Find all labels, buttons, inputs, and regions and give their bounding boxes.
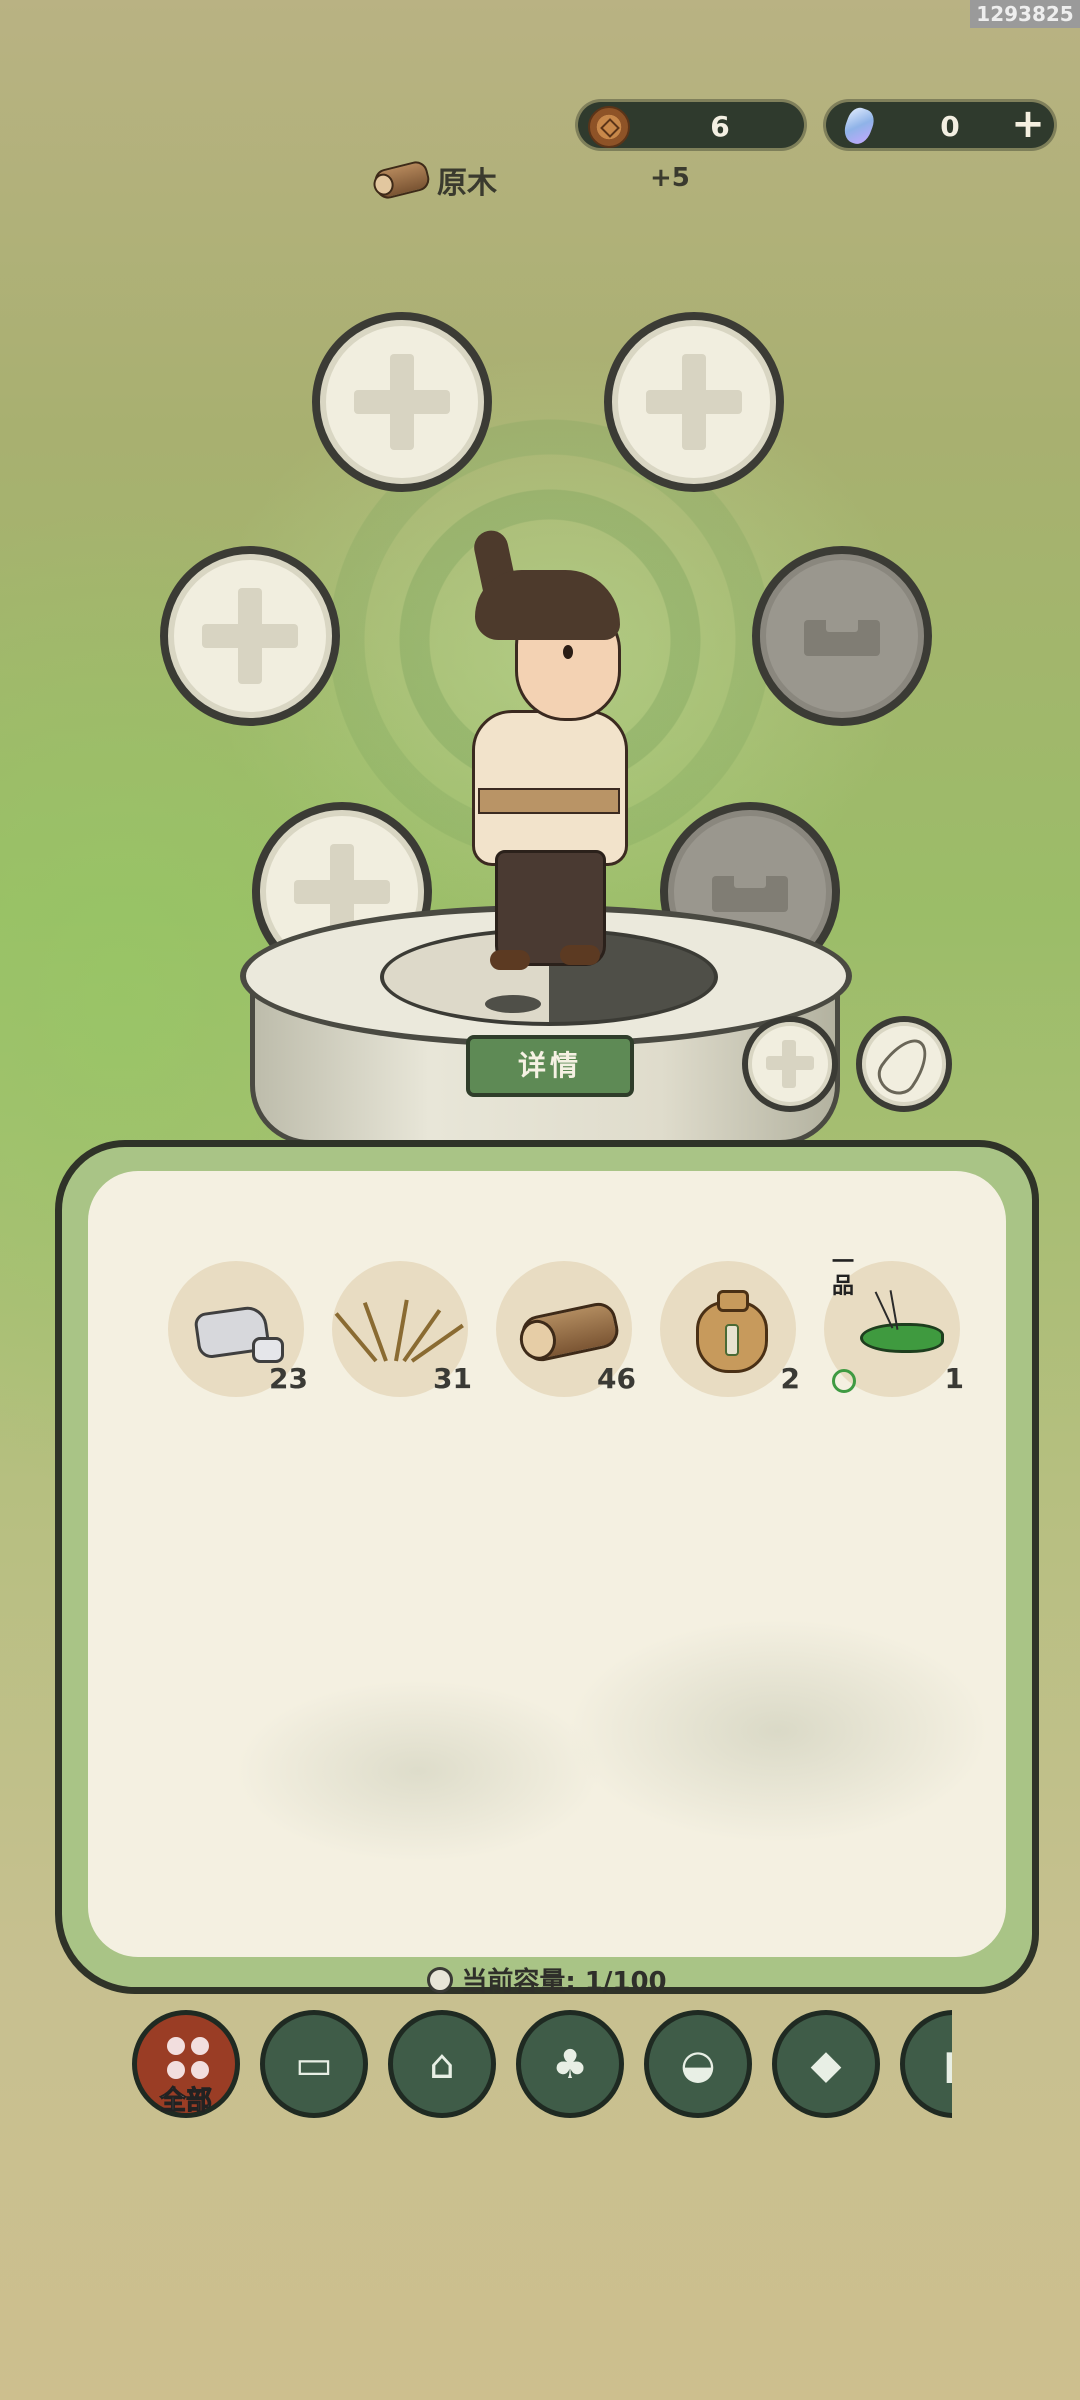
grade-gem-icon xyxy=(832,1369,856,1393)
log-icon xyxy=(518,1299,622,1365)
log-icon xyxy=(372,158,432,202)
inventory-item-log[interactable]: 46 xyxy=(496,1261,636,1397)
equip-slot-2[interactable] xyxy=(604,312,784,492)
character[interactable] xyxy=(460,527,640,990)
category-tabs: 全部 ▭ ⌂ ♣ ◒ ◆ ▮ xyxy=(130,2010,952,2120)
resource-indicator: 原木 xyxy=(372,158,497,202)
locked-slot-icon xyxy=(712,866,788,912)
food-bowl-icon: ◒ xyxy=(680,2042,716,2088)
ore-icon: ◆ xyxy=(810,2042,842,2088)
gem-counter: 0 + xyxy=(826,102,1054,148)
feather-icon xyxy=(870,1029,938,1103)
capacity-indicator: 当前容量: 1/100 xyxy=(88,1961,1006,1998)
inventory-item-seed-bag[interactable]: 2 xyxy=(660,1261,800,1397)
equip-slot-1[interactable] xyxy=(312,312,492,492)
item-grade: 一品 xyxy=(832,1250,855,1299)
inventory-items: 23 31 46 2 一品 1 xyxy=(168,1251,964,1397)
item-count: 31 xyxy=(433,1362,472,1395)
resource-gain: +5 xyxy=(650,163,690,193)
coin-value: 6 xyxy=(710,110,730,143)
tab-scroll[interactable]: ▮ xyxy=(900,2010,952,2118)
inventory-panel: 23 31 46 2 一品 1 当前容量: 1/100 xyxy=(55,1140,1039,1997)
extra-slot-add[interactable] xyxy=(742,1016,838,1112)
scroll-icon: ▮ xyxy=(905,2045,952,2085)
all-icon xyxy=(167,2037,211,2081)
feather-slot[interactable] xyxy=(856,1016,952,1112)
grass-bundle-icon xyxy=(334,1299,464,1363)
inventory-item-cricket[interactable]: 一品 1 xyxy=(824,1251,964,1397)
corner-id: 1293825 xyxy=(970,0,1080,28)
inventory-item-grass[interactable]: 31 xyxy=(332,1261,472,1397)
coin-counter: 6 xyxy=(578,102,804,148)
equip-slot-3[interactable] xyxy=(160,546,340,726)
coin-icon xyxy=(588,106,630,148)
tab-food[interactable]: ◒ xyxy=(644,2010,752,2118)
tab-ore[interactable]: ◆ xyxy=(772,2010,880,2118)
equip-slot-locked-1[interactable] xyxy=(752,546,932,726)
locked-slot-icon xyxy=(804,610,880,656)
capacity-text: 当前容量: 1/100 xyxy=(461,1967,667,1997)
add-gem-button[interactable]: + xyxy=(1008,104,1048,145)
capacity-icon xyxy=(427,1967,454,1993)
house-icon: ⌂ xyxy=(429,2042,455,2088)
detail-button[interactable]: 详情 xyxy=(466,1035,634,1097)
tab-wood[interactable]: ▭ xyxy=(260,2010,368,2118)
item-count: 46 xyxy=(597,1362,636,1395)
resource-name: 原木 xyxy=(437,166,497,201)
tab-herb[interactable]: ♣ xyxy=(516,2010,624,2118)
herb-icon: ♣ xyxy=(552,2042,588,2088)
seed-bag-icon xyxy=(696,1290,768,1373)
gem-icon xyxy=(840,104,878,148)
cricket-icon xyxy=(860,1323,944,1353)
item-count: 23 xyxy=(269,1362,308,1395)
gem-value: 0 xyxy=(940,110,960,143)
inventory-item-stone[interactable]: 23 xyxy=(168,1261,308,1397)
tab-label: 全部 xyxy=(159,2086,212,2117)
tab-all[interactable]: 全部 xyxy=(132,2010,240,2118)
item-count: 1 xyxy=(944,1362,964,1395)
wood-icon: ▭ xyxy=(295,2042,333,2088)
tab-building[interactable]: ⌂ xyxy=(388,2010,496,2118)
item-count: 2 xyxy=(780,1362,800,1395)
